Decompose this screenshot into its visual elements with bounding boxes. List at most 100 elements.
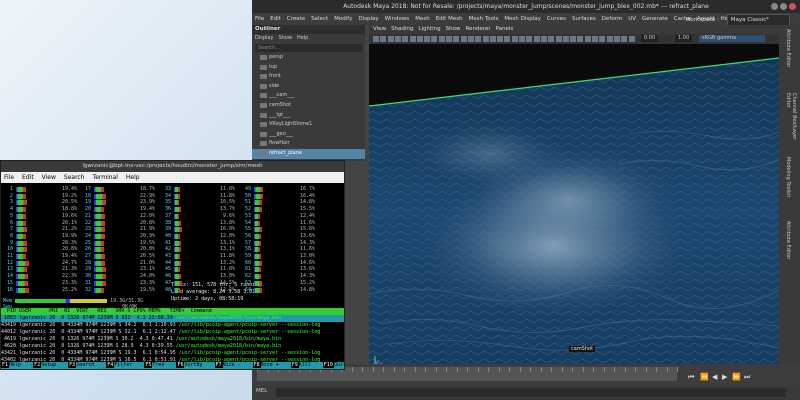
viewport-tool-icon[interactable] <box>621 36 628 42</box>
viewport-tool-icon[interactable] <box>577 36 584 42</box>
process-row[interactable]: 44012 lgwrzanic 20 0 4334M 974M 1239M S … <box>1 329 344 336</box>
menu-item-uv[interactable]: UV <box>628 16 636 22</box>
terminal-title-bar[interactable]: lgwrzanic@bpt-lnx-vec:/projects/houdini/… <box>1 161 344 172</box>
viewport-menu-shading[interactable]: Shading <box>391 26 413 32</box>
viewport-tool-icon[interactable] <box>533 36 540 42</box>
viewport-tool-icon[interactable] <box>438 36 445 42</box>
outliner-item[interactable]: VRayLightDome1 <box>252 120 365 130</box>
viewport-tool-icon[interactable] <box>387 36 394 42</box>
terminal-menu-terminal[interactable]: Terminal <box>93 174 118 181</box>
fkey-f9[interactable]: F9Kill <box>290 362 317 368</box>
outliner-menu-show[interactable]: Show <box>278 35 292 41</box>
viewport-tool-icon[interactable] <box>526 36 533 42</box>
menu-item-create[interactable]: Create <box>287 16 305 22</box>
outliner-item[interactable]: refract_plane <box>252 148 365 159</box>
outliner-item[interactable]: side <box>252 82 365 92</box>
viewport-tool-icon[interactable] <box>424 36 431 42</box>
maximize-icon[interactable] <box>780 3 787 10</box>
play-forward-icon[interactable]: ▶ <box>722 373 727 381</box>
viewport-tool-icon[interactable] <box>380 36 387 42</box>
menu-item-deform[interactable]: Deform <box>602 16 622 22</box>
menu-item-file[interactable]: File <box>255 16 264 22</box>
side-tab[interactable]: Channel Box/Layer Editor <box>785 93 797 153</box>
fkey-f6[interactable]: F6SortBy <box>176 362 208 368</box>
gamma-field[interactable]: 1.00 <box>675 35 693 42</box>
viewport-tool-icon[interactable] <box>504 36 511 42</box>
process-table-header[interactable]: PID USER PRI NI VIRT RES SHR S CPU% MEM%… <box>1 308 344 315</box>
outliner-item[interactable]: flowHair <box>252 139 365 149</box>
play-back-icon[interactable]: ◀ <box>712 373 717 381</box>
viewport-tool-icon[interactable] <box>431 36 438 42</box>
menu-item-mesh[interactable]: Mesh <box>415 16 429 22</box>
fkey-f3[interactable]: F3Search <box>68 362 100 368</box>
close-icon[interactable] <box>789 3 796 10</box>
outliner-item[interactable]: ___lgt___ <box>252 111 365 121</box>
process-row[interactable]: 4620 lgwrzanic 20 0 1326 974M 1239M S 28… <box>1 343 344 350</box>
viewport-tool-icon[interactable] <box>628 36 635 42</box>
outliner-item[interactable]: ___cam___ <box>252 91 365 101</box>
process-row[interactable]: 43419 lgwrzanic 20 0 4334M 974M 1239M S … <box>1 322 344 329</box>
fkey-f5[interactable]: F5Tree <box>144 362 170 368</box>
workspace-dropdown[interactable]: Maya Classic* <box>726 14 790 25</box>
terminal-menu-edit[interactable]: Edit <box>22 174 34 181</box>
viewport-tool-icon[interactable] <box>562 36 569 42</box>
viewport-tool-icon[interactable] <box>606 36 613 42</box>
viewport-menu-view[interactable]: View <box>373 26 386 32</box>
viewport-menu-renderer[interactable]: Renderer <box>465 26 490 32</box>
side-tab[interactable]: Modeling Toolkit <box>785 157 791 217</box>
go-start-icon[interactable]: ⏮ <box>688 373 694 382</box>
fkey-f4[interactable]: F4Filter <box>106 362 138 368</box>
fkey-f8[interactable]: F8Nice + <box>252 362 285 368</box>
viewport-tool-icon[interactable] <box>548 36 555 42</box>
viewport-tool-icon[interactable] <box>570 36 577 42</box>
workspace-selector[interactable]: Workspace : Maya Classic* <box>685 14 790 25</box>
fkey-f10[interactable]: F10Quit <box>322 362 344 368</box>
menu-item-windows[interactable]: Windows <box>385 16 410 22</box>
process-row[interactable]: 43421 lgwrzanic 20 0 4334M 974M 1239M S … <box>1 350 344 357</box>
outliner-search-input[interactable]: Search... <box>255 44 362 52</box>
fkey-f2[interactable]: F2Setup <box>33 362 62 368</box>
mel-input[interactable] <box>276 388 786 397</box>
viewport-scene[interactable]: camShot <box>369 44 779 364</box>
outliner-item[interactable]: persp <box>252 53 365 63</box>
viewport-tool-icon[interactable] <box>409 36 416 42</box>
viewport-tool-icon[interactable] <box>511 36 518 42</box>
viewport-tool-icon[interactable] <box>482 36 489 42</box>
htop-display[interactable]: Mem 19.3G/31.3G Swp 0K/0K Tasks: 151, 57… <box>1 183 344 369</box>
viewport-tool-icon[interactable] <box>497 36 504 42</box>
viewport-tool-icon[interactable] <box>584 36 591 42</box>
viewport-tool-icon[interactable] <box>599 36 606 42</box>
terminal-menu-search[interactable]: Search <box>64 174 85 181</box>
viewport-tool-icon[interactable] <box>475 36 482 42</box>
viewport-tool-icon[interactable] <box>453 36 460 42</box>
process-row[interactable]: 4619 lgwrzanic 20 0 1326 974M 1239M S 30… <box>1 336 344 343</box>
viewport-tool-icon[interactable] <box>592 36 598 42</box>
menu-item-edit-mesh[interactable]: Edit Mesh <box>436 16 463 22</box>
minimize-icon[interactable] <box>771 3 778 10</box>
menu-item-mesh-display[interactable]: Mesh Display <box>504 16 541 22</box>
outliner-menu-help[interactable]: Help <box>297 35 308 41</box>
side-tab[interactable]: Attribute Editor <box>785 221 791 281</box>
viewport-tool-icon[interactable] <box>394 36 401 42</box>
fkey-f7[interactable]: F7Nice - <box>214 362 247 368</box>
viewport-menu-lighting[interactable]: Lighting <box>418 26 440 32</box>
menu-item-display[interactable]: Display <box>358 16 378 22</box>
viewport-tool-icon[interactable] <box>373 36 379 42</box>
step-forward-icon[interactable]: ⏩ <box>732 373 741 381</box>
outliner-item[interactable]: top <box>252 63 365 73</box>
process-row[interactable]: 1863 lgwrzanic 20 0 1326 974M 1239M S 93… <box>1 315 344 322</box>
viewport-tool-icon[interactable] <box>467 36 474 42</box>
viewport-tool-icon[interactable] <box>613 36 620 42</box>
menu-item-generate[interactable]: Generate <box>642 16 668 22</box>
menu-item-edit[interactable]: Edit <box>270 16 281 22</box>
menu-item-curves[interactable]: Curves <box>547 16 566 22</box>
terminal-menu-view[interactable]: View <box>42 174 56 181</box>
viewport-tool-icon[interactable] <box>416 36 423 42</box>
outliner-item[interactable]: ___geo___ <box>252 130 365 140</box>
menu-item-modify[interactable]: Modify <box>334 16 352 22</box>
menu-item-select[interactable]: Select <box>311 16 328 22</box>
exposure-field[interactable]: 0.00 <box>641 35 659 42</box>
step-back-icon[interactable]: ⏪ <box>700 373 709 381</box>
viewport-tool-icon[interactable] <box>460 36 467 42</box>
viewport-menu-panels[interactable]: Panels <box>496 26 514 32</box>
